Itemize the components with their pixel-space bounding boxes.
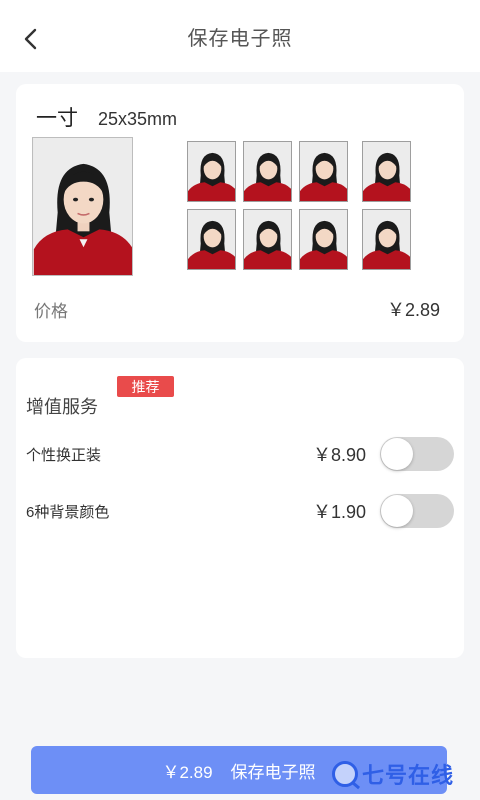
service-price: ￥1.90 bbox=[312, 502, 366, 522]
thumbnail-photo bbox=[299, 141, 348, 202]
thumbnail-photo bbox=[187, 209, 236, 270]
service-item-formal-suit: 个性换正装 ￥8.90 bbox=[26, 436, 454, 472]
service-price: ￥8.90 bbox=[312, 445, 366, 465]
price-value: ￥2.89 bbox=[386, 300, 440, 320]
services-title: 增值服务 bbox=[26, 397, 98, 417]
price-label: 价格 bbox=[34, 301, 68, 321]
toggle-knob bbox=[381, 438, 413, 470]
toggle-knob bbox=[381, 495, 413, 527]
thumbnail-photo bbox=[243, 209, 292, 270]
formal-suit-toggle[interactable] bbox=[380, 437, 454, 471]
photo-preview-card: 一寸 25x35mm 价格 ￥2.89 bbox=[16, 84, 464, 342]
spec-size: 25x35mm bbox=[98, 109, 178, 129]
watermark-text: 七号在线 bbox=[362, 763, 455, 788]
total-amount: ￥2.89 bbox=[162, 762, 213, 782]
value-added-services-card: 增值服务 推荐 个性换正装 ￥8.90 6种背景颜色 ￥1.90 bbox=[16, 358, 464, 658]
watermark-logo: 七号在线 bbox=[332, 758, 454, 790]
thumbnail-photo bbox=[299, 209, 348, 270]
service-name: 6种背景颜色 bbox=[26, 503, 110, 521]
save-button-label: 保存电子照 bbox=[230, 762, 316, 782]
service-item-background-colors: 6种背景颜色 ￥1.90 bbox=[26, 493, 454, 529]
single-photo-preview bbox=[32, 137, 133, 276]
photo-spec: 一寸 25x35mm bbox=[36, 102, 177, 132]
service-name: 个性换正装 bbox=[26, 446, 102, 464]
background-colors-toggle[interactable] bbox=[380, 494, 454, 528]
spec-name: 一寸 bbox=[36, 107, 78, 130]
chevron-left-icon bbox=[24, 28, 37, 50]
thumbnail-photo bbox=[243, 141, 292, 202]
page-title: 保存电子照 bbox=[187, 27, 293, 50]
thumbnail-photo bbox=[362, 141, 411, 202]
price-row: 价格 ￥2.89 bbox=[34, 296, 440, 322]
thumbnail-photo bbox=[362, 209, 411, 270]
search-logo-icon bbox=[332, 761, 358, 787]
recommend-badge: 推荐 bbox=[117, 376, 174, 397]
top-bar: 保存电子照 bbox=[0, 0, 480, 72]
portrait-image bbox=[33, 138, 132, 275]
back-button[interactable] bbox=[14, 22, 48, 56]
thumbnail-photo bbox=[187, 141, 236, 202]
